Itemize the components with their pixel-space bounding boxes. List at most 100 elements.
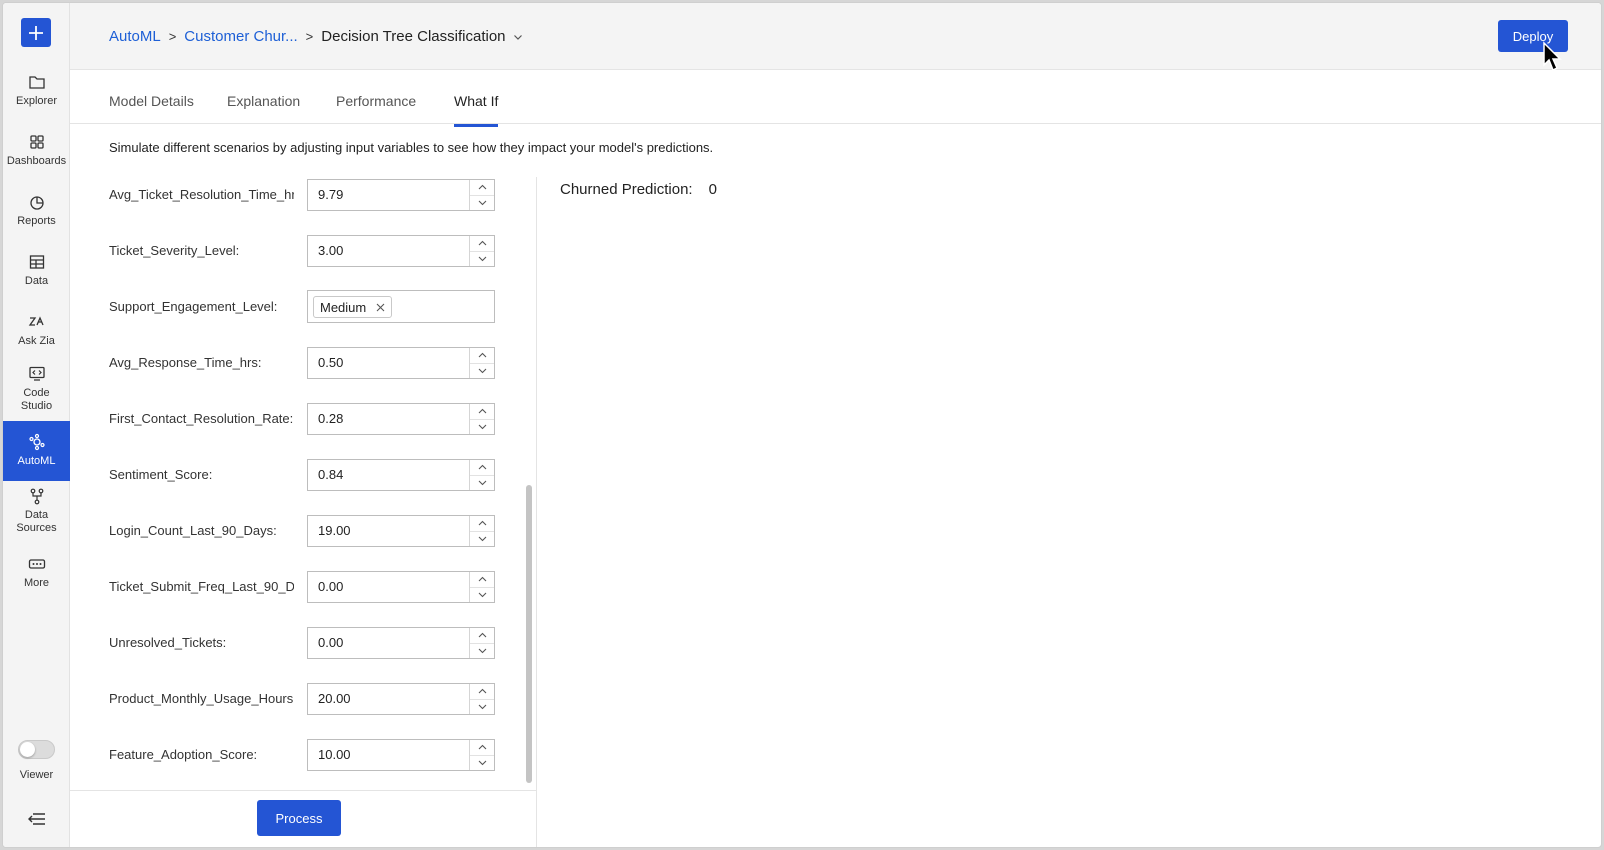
automl-icon (28, 433, 45, 451)
decrement-button[interactable] (470, 588, 494, 603)
chevron-down-icon[interactable] (513, 32, 523, 42)
selected-tag: Medium (313, 296, 393, 318)
increment-button[interactable] (470, 236, 494, 252)
chevron-down-icon (478, 648, 486, 654)
decrement-button[interactable] (470, 252, 494, 267)
field-label: Support_Engagement_Level: (109, 299, 278, 314)
number-input[interactable]: 20.00 (307, 683, 495, 715)
field-row: Unresolved_Tickets: 0.00 (70, 627, 536, 659)
app-window: Explorer Dashboards Reports Data Ask Zia… (2, 2, 1602, 848)
number-input[interactable]: 10.00 (307, 739, 495, 771)
chevron-down-icon (478, 536, 486, 542)
chevron-down-icon (478, 200, 486, 206)
number-input-value[interactable]: 20.00 (308, 684, 470, 714)
deploy-button[interactable]: Deploy (1498, 20, 1568, 52)
number-input[interactable]: 0.00 (307, 627, 495, 659)
breadcrumb-current-model[interactable]: Decision Tree Classification (321, 28, 505, 45)
number-input[interactable]: 3.00 (307, 235, 495, 267)
sidebar-item-code-studio[interactable]: Code Studio (3, 365, 70, 415)
reports-icon (29, 196, 44, 210)
prediction-value: 0 (708, 181, 717, 198)
decrement-button[interactable] (470, 196, 494, 211)
decrement-button[interactable] (470, 420, 494, 435)
field-label: Ticket_Submit_Freq_Last_90_Days: (109, 579, 294, 594)
decrement-button[interactable] (470, 476, 494, 491)
more-icon (28, 559, 45, 569)
tab-what-if[interactable]: What If (454, 93, 499, 127)
number-input-value[interactable]: 0.28 (308, 404, 470, 434)
decrement-button[interactable] (470, 700, 494, 715)
sidebar-item-dashboards[interactable]: Dashboards (3, 133, 70, 175)
tab-model-details[interactable]: Model Details (109, 93, 194, 127)
number-input-value[interactable]: 0.50 (308, 348, 470, 378)
number-input[interactable]: 0.28 (307, 403, 495, 435)
sidebar-item-ask-zia[interactable]: Ask Zia (3, 313, 70, 355)
header-bar: AutoML > Customer Chur... > Decision Tre… (70, 3, 1601, 70)
field-row: Avg_Ticket_Resolution_Time_hrs: 9.79 (70, 179, 536, 211)
increment-button[interactable] (470, 516, 494, 532)
decrement-button[interactable] (470, 532, 494, 547)
decrement-button[interactable] (470, 364, 494, 379)
increment-button[interactable] (470, 180, 494, 196)
number-input-value[interactable]: 10.00 (308, 740, 470, 770)
breadcrumb-automl-link[interactable]: AutoML (109, 28, 161, 45)
number-input[interactable]: 0.84 (307, 459, 495, 491)
sidebar-item-more[interactable]: More (3, 555, 70, 597)
field-row: Support_Engagement_Level: Medium (70, 290, 536, 323)
create-new-button[interactable] (21, 18, 51, 47)
sidebar-item-data[interactable]: Data (3, 253, 70, 295)
field-row: Ticket_Submit_Freq_Last_90_Days: 0.00 (70, 571, 536, 603)
sidebar-item-reports[interactable]: Reports (3, 193, 70, 235)
number-input[interactable]: 9.79 (307, 179, 495, 211)
multiselect-input[interactable]: Medium (307, 290, 495, 323)
number-input-value[interactable]: 0.84 (308, 460, 470, 490)
increment-button[interactable] (470, 404, 494, 420)
number-input[interactable]: 0.50 (307, 347, 495, 379)
sidebar-item-data-sources[interactable]: Data Sources (3, 487, 70, 537)
number-input[interactable]: 19.00 (307, 515, 495, 547)
number-input-value[interactable]: 0.00 (308, 628, 470, 658)
number-input-value[interactable]: 9.79 (308, 180, 470, 210)
zia-icon (28, 316, 44, 326)
number-input[interactable]: 0.00 (307, 571, 495, 603)
collapse-sidebar-icon[interactable] (27, 811, 47, 827)
process-button[interactable]: Process (257, 800, 341, 836)
prediction-result: Churned Prediction: 0 (560, 181, 717, 198)
field-row: Login_Count_Last_90_Days: 19.00 (70, 515, 536, 547)
chevron-down-icon (478, 368, 486, 374)
data-sources-icon (30, 488, 43, 505)
sidebar-item-label: Data (24, 275, 49, 287)
tab-performance[interactable]: Performance (336, 93, 416, 127)
decrement-button[interactable] (470, 756, 494, 771)
sidebar-item-explorer[interactable]: Explorer (3, 73, 70, 115)
number-input-value[interactable]: 3.00 (308, 236, 470, 266)
increment-button[interactable] (470, 348, 494, 364)
chevron-up-icon (478, 352, 486, 358)
viewer-toggle[interactable] (18, 740, 55, 759)
chevron-up-icon (478, 632, 486, 638)
decrement-button[interactable] (470, 644, 494, 659)
chevron-up-icon (478, 576, 486, 582)
number-input-value[interactable]: 0.00 (308, 572, 470, 602)
form-scrollbar[interactable] (524, 177, 534, 790)
increment-button[interactable] (470, 628, 494, 644)
increment-button[interactable] (470, 572, 494, 588)
code-icon (28, 366, 45, 381)
sidebar: Explorer Dashboards Reports Data Ask Zia… (3, 3, 70, 847)
tab-explanation[interactable]: Explanation (227, 93, 300, 127)
increment-button[interactable] (470, 740, 494, 756)
close-icon[interactable] (376, 303, 385, 312)
sidebar-item-automl[interactable]: AutoML (3, 421, 70, 481)
chevron-up-icon (478, 464, 486, 470)
chevron-down-icon (478, 592, 486, 598)
number-input-value[interactable]: 19.00 (308, 516, 470, 546)
field-label: Product_Monthly_Usage_Hours: (109, 691, 294, 706)
plus-icon (29, 25, 43, 40)
scrollbar-thumb[interactable] (526, 485, 532, 783)
increment-button[interactable] (470, 460, 494, 476)
field-label: Login_Count_Last_90_Days: (109, 523, 277, 538)
breadcrumb-project-link[interactable]: Customer Chur... (184, 28, 297, 45)
breadcrumb-separator: > (305, 29, 314, 44)
increment-button[interactable] (470, 684, 494, 700)
chevron-down-icon (478, 760, 486, 766)
